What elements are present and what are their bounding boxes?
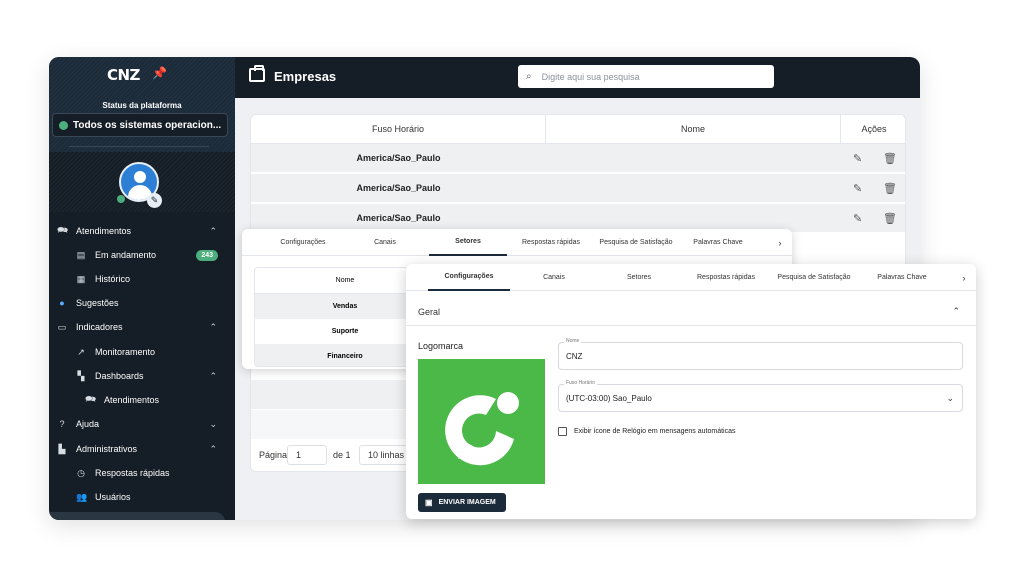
sidebar-item-sugestoes[interactable]: ● Sugestões xyxy=(49,291,235,315)
trend-icon: ↗ xyxy=(77,346,85,357)
section-title[interactable]: Geral xyxy=(418,307,440,317)
fuso-cell: America/Sao_Paulo xyxy=(356,213,441,223)
chevron-up-icon: ⌃ xyxy=(209,321,217,332)
chart-icon: ▭ xyxy=(57,321,67,332)
sidebar-item-em-andamento[interactable]: ▤ Em andamento 243 xyxy=(49,243,235,267)
image-icon: ▣ xyxy=(425,498,433,507)
checkbox[interactable] xyxy=(558,427,567,436)
sidebar-item-dashboards[interactable]: ▚ Dashboards ⌃ xyxy=(49,364,235,388)
trash-icon[interactable]: 🗑 xyxy=(883,212,897,225)
logo-label: Logomarca xyxy=(418,341,464,351)
sidebar-item-monitoramento[interactable]: ↗ Monitoramento xyxy=(49,340,235,364)
settings-panel: Configurações Canais Setores Respostas r… xyxy=(406,264,976,519)
sidebar: CNZ 📌 Status da plataforma Todos os sist… xyxy=(49,57,235,520)
sidebar-item-usuarios[interactable]: 👥 Usuários xyxy=(49,485,235,509)
pencil-icon[interactable]: ✎ xyxy=(147,193,162,208)
name-field[interactable]: Nome CNZ xyxy=(558,338,963,370)
trash-icon[interactable]: 🗑 xyxy=(883,182,897,195)
column-header-nome[interactable]: Nome xyxy=(546,115,841,144)
tab-setores[interactable]: Setores xyxy=(616,264,662,291)
page-total: de 1 xyxy=(333,450,351,460)
sidebar-item-atendimentos[interactable]: 🗪 Atendimentos ⌃ xyxy=(49,219,235,243)
chat-icon: 🗪 xyxy=(57,225,69,235)
checkbox-label: Exibir ícone de Relógio em mensagens aut… xyxy=(574,428,736,435)
table-row[interactable]: America/Sao_Paulo ✎ 🗑 xyxy=(251,174,905,203)
edit-icon[interactable]: ✎ xyxy=(853,182,862,195)
list-icon: ▤ xyxy=(76,249,86,260)
chevron-up-icon: ⌃ xyxy=(209,225,217,236)
sidebar-item-indicadores[interactable]: ▭ Indicadores ⌃ xyxy=(49,315,235,339)
tab-configuracoes[interactable]: Configurações xyxy=(428,264,510,291)
sidebar-item-ajuda[interactable]: ? Ajuda ⌄ xyxy=(49,412,235,436)
tab-canais[interactable]: Canais xyxy=(362,229,408,256)
online-dot-icon xyxy=(117,195,125,203)
timezone-value: (UTC-03:00) Sao_Paulo xyxy=(566,393,652,403)
upload-image-button[interactable]: ▣ ENVIAR IMAGEM xyxy=(418,493,506,512)
page-title: Empresas xyxy=(274,69,337,84)
tab-pesquisa-satisfacao[interactable]: Pesquisa de Satisfação xyxy=(595,229,677,256)
edit-icon[interactable]: ✎ xyxy=(853,212,862,225)
status-box[interactable]: Todos os sistemas operacion... xyxy=(52,113,228,137)
briefcase-icon xyxy=(249,65,265,82)
tab-bar: Configurações Canais Setores Respostas r… xyxy=(242,229,792,256)
name-field-value: CNZ xyxy=(566,351,583,361)
count-badge: 243 xyxy=(196,249,218,261)
column-header-acoes: Ações xyxy=(841,115,905,144)
page-number-input[interactable]: 1 xyxy=(287,445,327,465)
history-icon: ▦ xyxy=(76,273,86,284)
column-header-fuso[interactable]: Fuso Horário xyxy=(251,115,546,144)
company-logo-image xyxy=(418,359,545,484)
edit-icon[interactable]: ✎ xyxy=(853,152,862,165)
fuso-cell: America/Sao_Paulo xyxy=(356,153,441,163)
users-icon: 👥 xyxy=(76,491,88,502)
pin-icon[interactable]: 📌 xyxy=(152,66,167,80)
top-header: Empresas ⌕ Digite aqui sua pesquisa xyxy=(235,57,920,98)
table-row[interactable]: America/Sao_Paulo ✎ 🗑 xyxy=(251,144,905,173)
status-text: Todos os sistemas operacion... xyxy=(73,119,222,131)
search-placeholder: Digite aqui sua pesquisa xyxy=(541,71,640,82)
chevron-up-icon[interactable]: ⌃ xyxy=(952,306,960,317)
trash-icon[interactable]: 🗑 xyxy=(883,152,897,165)
sidebar-item-dashboard-atendimentos[interactable]: 🗪 Atendimentos xyxy=(49,388,235,412)
clock-icon-checkbox-row[interactable]: Exibir ícone de Relógio em mensagens aut… xyxy=(558,427,735,436)
tab-respostas-rapidas[interactable]: Respostas rápidas xyxy=(691,264,761,291)
tab-configuracoes[interactable]: Configurações xyxy=(270,229,336,256)
tab-respostas-rapidas[interactable]: Respostas rápidas xyxy=(519,229,583,256)
rows-per-page-select[interactable]: 10 linhas xyxy=(359,445,409,465)
search-input[interactable]: ⌕ Digite aqui sua pesquisa xyxy=(518,65,774,88)
chevron-right-icon[interactable]: › xyxy=(772,229,788,256)
chevron-up-icon: ⌃ xyxy=(209,370,217,381)
status-title: Status da plataforma xyxy=(102,101,182,110)
timezone-select[interactable]: Fuso Horário (UTC-03:00) Sao_Paulo ⌄ xyxy=(558,380,963,412)
search-icon: ⌕ xyxy=(526,71,532,82)
dashboard-icon: ▚ xyxy=(77,370,85,381)
sidebar-item-respostas-rapidas[interactable]: ◷ Respostas rápidas xyxy=(49,461,235,485)
name-field-label: Nome xyxy=(564,338,582,344)
tab-bar: Configurações Canais Setores Respostas r… xyxy=(406,264,976,291)
chevron-up-icon: ⌃ xyxy=(209,443,217,454)
tab-palavras-chave[interactable]: Palavras Chave xyxy=(872,264,932,291)
chevron-down-icon: ⌄ xyxy=(209,418,217,429)
sidebar-item-administrativos[interactable]: ▙ Administrativos ⌃ xyxy=(49,437,235,461)
lightbulb-icon: ● xyxy=(59,298,65,308)
timer-icon: ◷ xyxy=(77,467,85,478)
page-label: Página xyxy=(259,450,288,460)
tab-setores[interactable]: Setores xyxy=(429,229,507,256)
chevron-down-icon: ⌄ xyxy=(946,392,954,403)
timezone-field-label: Fuso Horário xyxy=(564,380,597,386)
logo: CNZ xyxy=(107,66,140,84)
chat-icon: 🗪 xyxy=(85,394,97,404)
status-dot-icon xyxy=(59,120,68,130)
tab-palavras-chave[interactable]: Palavras Chave xyxy=(690,229,746,256)
tab-canais[interactable]: Canais xyxy=(531,264,577,291)
building-icon: ▙ xyxy=(58,443,66,454)
chevron-right-icon[interactable]: › xyxy=(956,264,972,291)
tab-pesquisa-satisfacao[interactable]: Pesquisa de Satisfação xyxy=(772,264,856,291)
help-icon: ? xyxy=(59,419,65,429)
sidebar-item-historico[interactable]: ▦ Histórico xyxy=(49,267,235,291)
fuso-cell: America/Sao_Paulo xyxy=(356,183,441,193)
